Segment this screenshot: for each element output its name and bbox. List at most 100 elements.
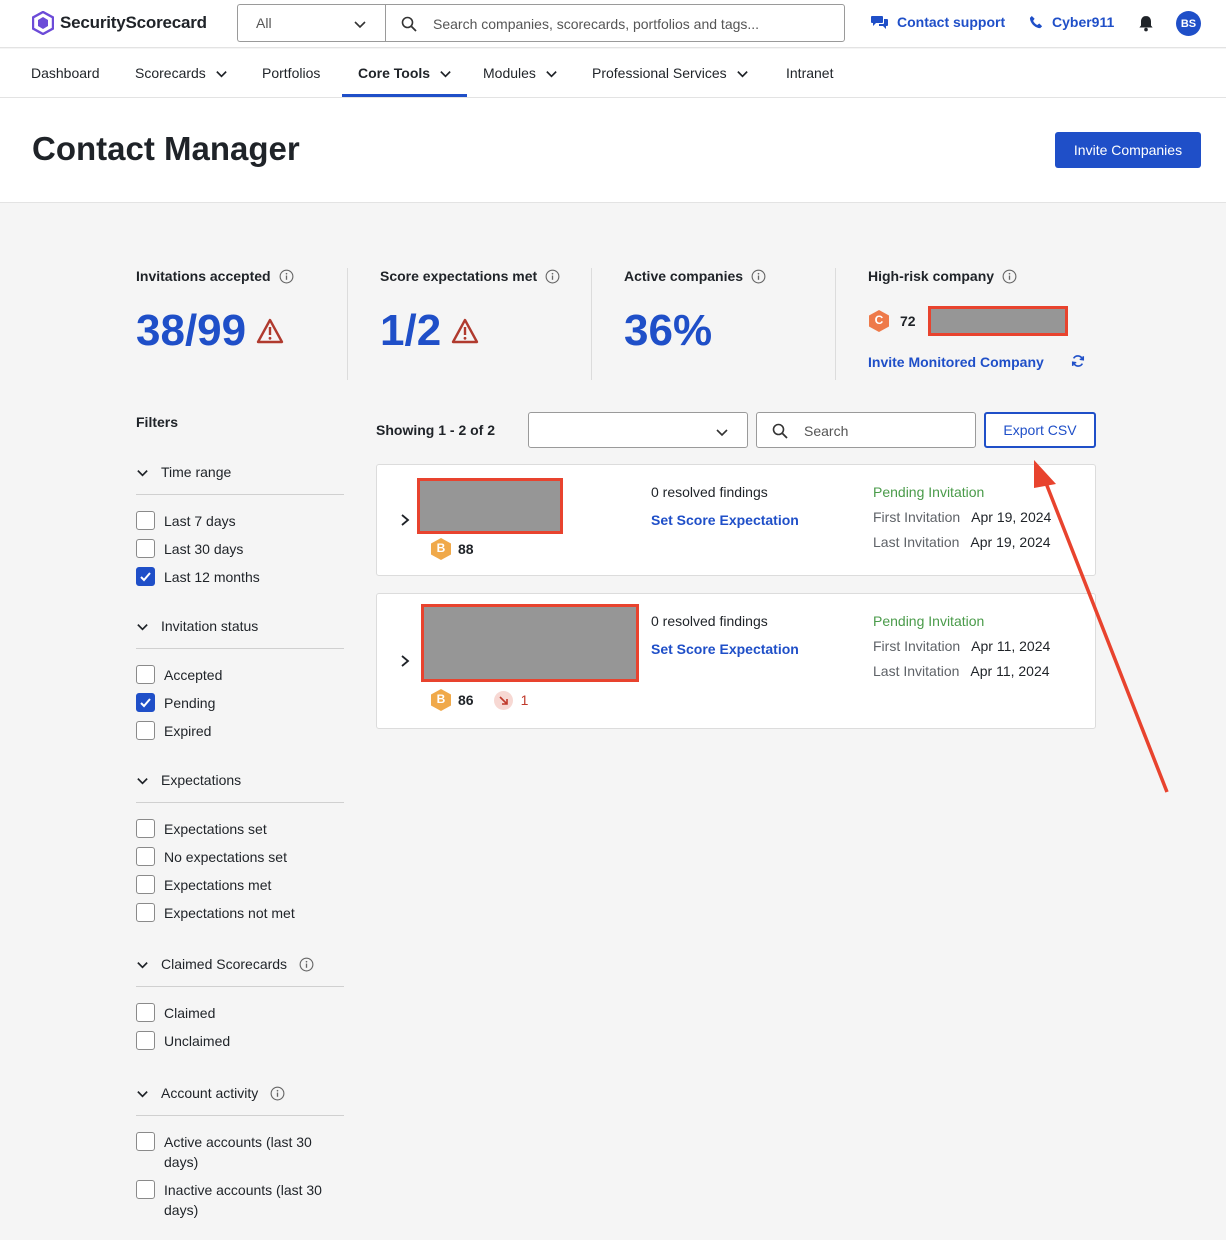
nav-core-tools-label: Core Tools xyxy=(358,65,431,81)
checkbox[interactable] xyxy=(136,665,155,684)
filter-group-header[interactable]: Time range xyxy=(136,464,231,480)
filter-option-label: No expectations set xyxy=(164,849,287,865)
checkbox[interactable] xyxy=(136,903,155,922)
search-icon xyxy=(401,16,417,32)
info-icon[interactable] xyxy=(751,269,766,284)
info-icon[interactable] xyxy=(545,269,560,284)
scope-select[interactable]: All xyxy=(237,4,385,42)
nav-dashboard[interactable]: Dashboard xyxy=(31,49,100,97)
filter-option-label: Last 12 months xyxy=(164,569,260,585)
redacted-company-name[interactable] xyxy=(421,604,639,682)
list-search[interactable] xyxy=(756,412,976,448)
global-search[interactable] xyxy=(385,4,845,42)
set-score-expectation-link[interactable]: Set Score Expectation xyxy=(651,512,799,528)
filter-option[interactable]: Expectations met xyxy=(136,875,344,895)
chevron-right-icon[interactable] xyxy=(399,654,411,668)
brand-logo[interactable]: SecurityScorecard xyxy=(32,11,207,35)
nav-intranet[interactable]: Intranet xyxy=(786,49,833,97)
brand-hex-icon xyxy=(32,11,54,35)
chevron-down-icon[interactable] xyxy=(136,958,149,971)
phone-icon xyxy=(1029,15,1043,28)
filter-option[interactable]: Active accounts (last 30 days) xyxy=(136,1132,344,1172)
invite-companies-button[interactable]: Invite Companies xyxy=(1055,132,1201,168)
filter-option[interactable]: Claimed xyxy=(136,1003,344,1023)
cyber911-link[interactable]: Cyber911 xyxy=(1029,14,1114,30)
contact-support-link[interactable]: Contact support xyxy=(871,14,1005,30)
list-search-input[interactable] xyxy=(804,421,964,441)
nav-scorecards-label: Scorecards xyxy=(135,65,206,81)
bell-icon[interactable] xyxy=(1138,15,1154,32)
stat-divider xyxy=(347,268,348,380)
nav-professional-services[interactable]: Professional Services xyxy=(592,49,749,97)
company-row[interactable]: B 88 0 resolved findings Set Score Expec… xyxy=(376,464,1096,576)
info-icon[interactable] xyxy=(1002,269,1017,284)
invite-monitored-company-link[interactable]: Invite Monitored Company xyxy=(868,354,1044,370)
filter-option[interactable]: Expectations set xyxy=(136,819,344,839)
filter-option[interactable]: Expired xyxy=(136,721,344,741)
checkbox[interactable] xyxy=(136,1180,155,1199)
company-row[interactable]: B 86 1 0 resolved findings Set Score Exp… xyxy=(376,593,1096,729)
filter-group-label: Expectations xyxy=(161,772,242,788)
checkbox[interactable] xyxy=(136,511,155,530)
nav-portfolios-label: Portfolios xyxy=(262,65,321,81)
filter-option[interactable]: Accepted xyxy=(136,665,344,685)
checkbox[interactable] xyxy=(136,693,155,712)
filter-group-header[interactable]: Expectations xyxy=(136,772,241,788)
filter-option[interactable]: Last 7 days xyxy=(136,511,344,531)
checkbox[interactable] xyxy=(136,539,155,558)
redacted-company-name[interactable] xyxy=(927,306,1068,336)
redacted-company-name[interactable] xyxy=(417,478,563,534)
last-invitation-date: Apr 11, 2024 xyxy=(970,663,1050,679)
stat-high-risk-label: High-risk company xyxy=(868,268,995,284)
filter-option[interactable]: Unclaimed xyxy=(136,1031,344,1051)
resolved-findings: 0 resolved findings xyxy=(651,484,768,500)
nav-scorecards[interactable]: Scorecards xyxy=(135,49,228,97)
filter-group-header[interactable]: Invitation status xyxy=(136,618,258,634)
filter-option[interactable]: Last 12 months xyxy=(136,567,344,587)
checkbox[interactable] xyxy=(136,1132,155,1151)
trend-value: 1 xyxy=(520,692,529,708)
chevron-down-icon[interactable] xyxy=(136,466,149,479)
filter-option[interactable]: Expectations not met xyxy=(136,903,344,923)
nav-core-tools[interactable]: Core Tools xyxy=(358,49,452,97)
filter-option-label: Last 30 days xyxy=(164,541,244,557)
filter-option[interactable]: Pending xyxy=(136,693,344,713)
grade-letter: B xyxy=(436,541,446,555)
first-invitation-label: First Invitation xyxy=(873,509,961,525)
info-icon[interactable] xyxy=(279,269,294,284)
avatar[interactable]: BS xyxy=(1176,11,1201,36)
refresh-icon[interactable] xyxy=(1071,354,1085,368)
export-csv-button[interactable]: Export CSV xyxy=(984,412,1096,448)
checkbox[interactable] xyxy=(136,567,155,586)
filter-option[interactable]: Inactive accounts (last 30 days) xyxy=(136,1180,344,1220)
filter-option[interactable]: No expectations set xyxy=(136,847,344,867)
nav-portfolios[interactable]: Portfolios xyxy=(262,49,320,97)
last-invitation-label: Last Invitation xyxy=(873,534,960,550)
chevron-down-icon xyxy=(354,21,366,29)
filter-option-label: Pending xyxy=(164,695,216,711)
checkbox[interactable] xyxy=(136,721,155,740)
nav-modules[interactable]: Modules xyxy=(483,49,558,97)
checkbox[interactable] xyxy=(136,1031,155,1050)
global-search-input[interactable] xyxy=(433,13,833,35)
grade-letter: C xyxy=(874,313,884,327)
chevron-down-icon xyxy=(440,70,451,77)
filter-option-label: Expectations not met xyxy=(164,905,295,921)
filter-option[interactable]: Last 30 days xyxy=(136,539,344,559)
info-icon[interactable] xyxy=(270,1086,285,1101)
chevron-down-icon[interactable] xyxy=(136,1087,149,1100)
checkbox[interactable] xyxy=(136,847,155,866)
list-filter-select[interactable] xyxy=(528,412,748,448)
checkbox[interactable] xyxy=(136,819,155,838)
set-score-expectation-link[interactable]: Set Score Expectation xyxy=(651,641,799,657)
filter-group-header[interactable]: Claimed Scorecards xyxy=(136,956,314,972)
chevron-down-icon[interactable] xyxy=(136,620,149,633)
high-risk-score: 72 xyxy=(900,313,916,329)
checkbox[interactable] xyxy=(136,1003,155,1022)
filter-group-header[interactable]: Account activity xyxy=(136,1085,285,1101)
checkbox[interactable] xyxy=(136,875,155,894)
chevron-down-icon[interactable] xyxy=(136,774,149,787)
chevron-right-icon[interactable] xyxy=(399,513,411,527)
info-icon[interactable] xyxy=(299,957,314,972)
contact-support-label: Contact support xyxy=(897,14,1006,30)
